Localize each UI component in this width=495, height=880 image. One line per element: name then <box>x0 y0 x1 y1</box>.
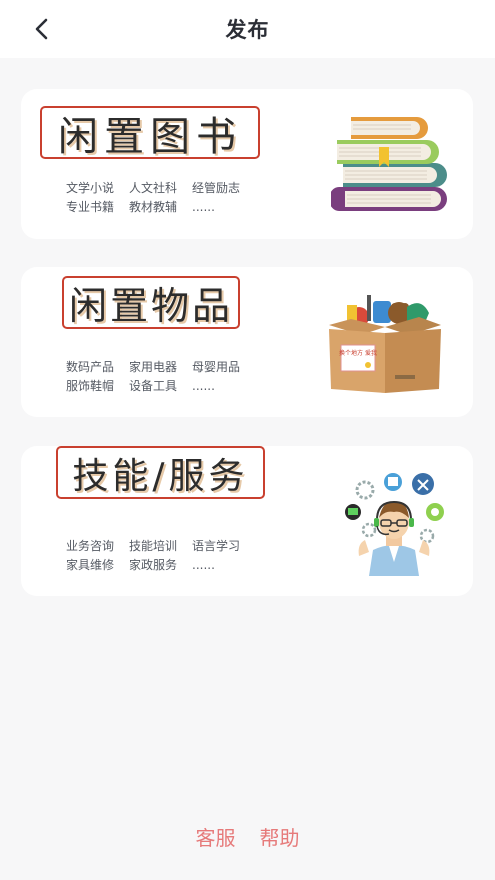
tag: 服饰鞋帽 <box>66 379 115 393</box>
back-button[interactable] <box>28 14 56 44</box>
card-tags-services: 业务咨询 技能培训 语言学习 家具维修 家政服务 ...... <box>66 538 255 574</box>
tag: 家具维修 <box>66 558 115 572</box>
service-person-illustration <box>345 473 444 576</box>
tag: 设备工具 <box>129 379 178 393</box>
tag: 家政服务 <box>129 558 178 572</box>
tag: 数码产品 <box>66 360 115 374</box>
card-tags-books: 文学小说 人文社科 经管励志 专业书籍 教材教辅 ...... <box>66 180 255 216</box>
page-title: 发布 <box>225 18 270 42</box>
tag: 母婴用品 <box>192 360 241 374</box>
footer-links: 客服 帮助 <box>0 822 495 851</box>
tag: 教材教辅 <box>129 200 178 214</box>
tag: 经管励志 <box>192 181 241 195</box>
help-link[interactable]: 帮助 <box>260 822 300 851</box>
tag: ...... <box>192 558 215 572</box>
tag: 语言学习 <box>192 539 241 553</box>
card-title-items: 闲置物品 <box>62 276 240 329</box>
tag: 人文社科 <box>129 181 178 195</box>
tag: ...... <box>192 200 215 214</box>
tag: 文学小说 <box>66 181 115 195</box>
box-label-text: 换个地方 爱我 <box>339 349 377 357</box>
card-title-services: 技能/服务 <box>56 446 265 499</box>
card-tags-items: 数码产品 家用电器 母婴用品 服饰鞋帽 设备工具 ...... <box>66 359 255 395</box>
tag: 业务咨询 <box>66 539 115 553</box>
tag: 家用电器 <box>129 360 178 374</box>
tag: 技能培训 <box>129 539 178 553</box>
publish-books-card[interactable]: 闲置图书 文学小说 人文社科 经管励志 专业书籍 教材教辅 ...... <box>21 89 473 239</box>
publish-services-card[interactable]: 技能/服务 业务咨询 技能培训 语言学习 家具维修 家政服务 ...... <box>21 446 473 596</box>
chevron-left-icon <box>35 18 48 40</box>
top-bar: 发布 <box>0 0 495 58</box>
box-of-items-illustration: 换个地方 爱我 <box>329 295 441 393</box>
tag: ...... <box>192 379 215 393</box>
customer-service-link[interactable]: 客服 <box>196 822 236 851</box>
publish-items-card[interactable]: 闲置物品 数码产品 家用电器 母婴用品 服饰鞋帽 设备工具 ...... 换个地… <box>21 267 473 417</box>
books-stack-illustration <box>331 117 447 211</box>
card-title-books: 闲置图书 <box>40 106 260 160</box>
tag: 专业书籍 <box>66 200 115 214</box>
